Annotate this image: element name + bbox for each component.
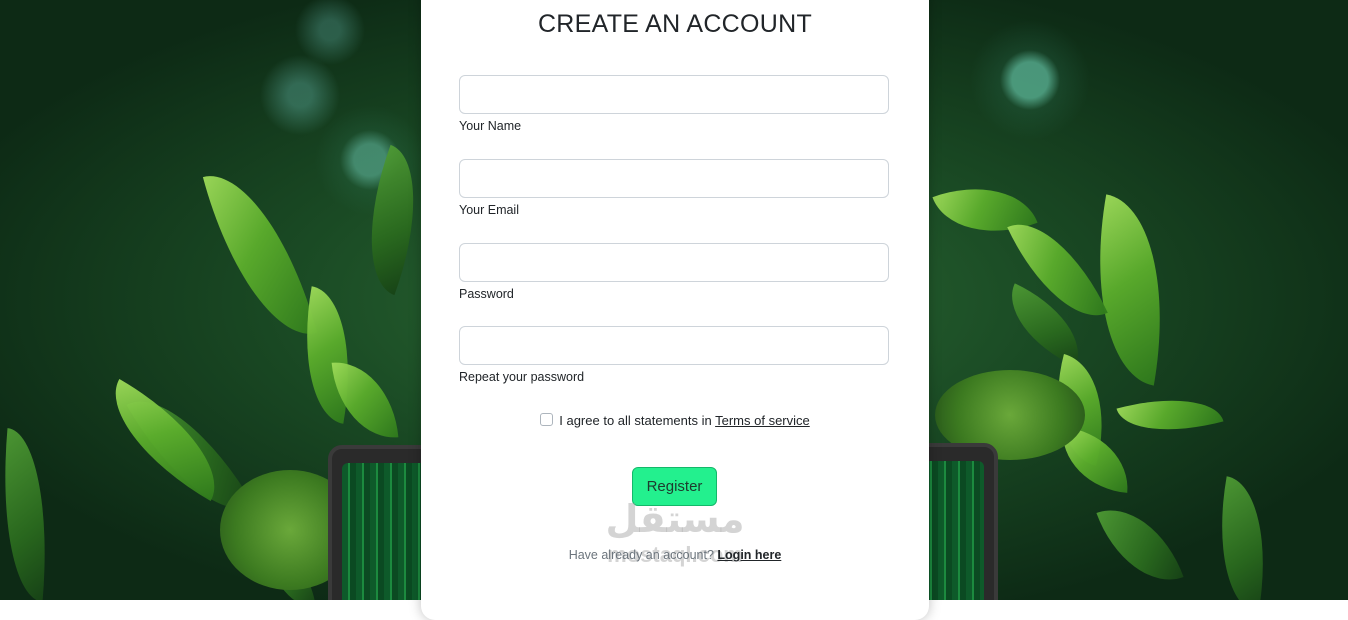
repeat-password-input[interactable] (459, 326, 889, 365)
name-input[interactable] (459, 75, 889, 114)
login-link[interactable]: Login here (717, 548, 781, 562)
name-field-group: Your Name (459, 75, 889, 133)
password-label: Password (459, 287, 514, 301)
repeat-password-field-group: Repeat your password (459, 326, 889, 384)
leaf-decoration (1096, 492, 1184, 598)
name-label: Your Name (459, 119, 522, 133)
leaf-decoration (202, 159, 318, 351)
monitor-screen (924, 461, 984, 600)
terms-agree-text: I agree to all statements in (559, 413, 716, 428)
monitor-screen (342, 463, 432, 600)
register-card: CREATE AN ACCOUNT Your Name Your Email P… (421, 0, 929, 620)
email-input[interactable] (459, 159, 889, 198)
email-label: Your Email (459, 203, 519, 217)
terms-of-service-link[interactable]: Terms of service (715, 413, 810, 428)
leaf-decoration (331, 357, 399, 443)
login-prompt: Have already an account? Login here (421, 548, 929, 562)
terms-checkbox[interactable] (540, 413, 554, 426)
leaf-decoration (1116, 382, 1224, 448)
terms-agreement: I agree to all statements in Terms of se… (421, 413, 929, 428)
leaf-decoration (0, 428, 58, 600)
login-prompt-text: Have already an account? (568, 548, 718, 562)
form-title: CREATE AN ACCOUNT (537, 10, 813, 38)
repeat-password-label: Repeat your password (459, 370, 585, 384)
password-input[interactable] (459, 243, 889, 282)
watermark-arabic: مستقل (605, 499, 745, 541)
leaf-decoration (1204, 476, 1281, 600)
email-field-group: Your Email (459, 159, 889, 217)
password-field-group: Password (459, 243, 889, 301)
register-button[interactable]: Register (632, 467, 717, 506)
